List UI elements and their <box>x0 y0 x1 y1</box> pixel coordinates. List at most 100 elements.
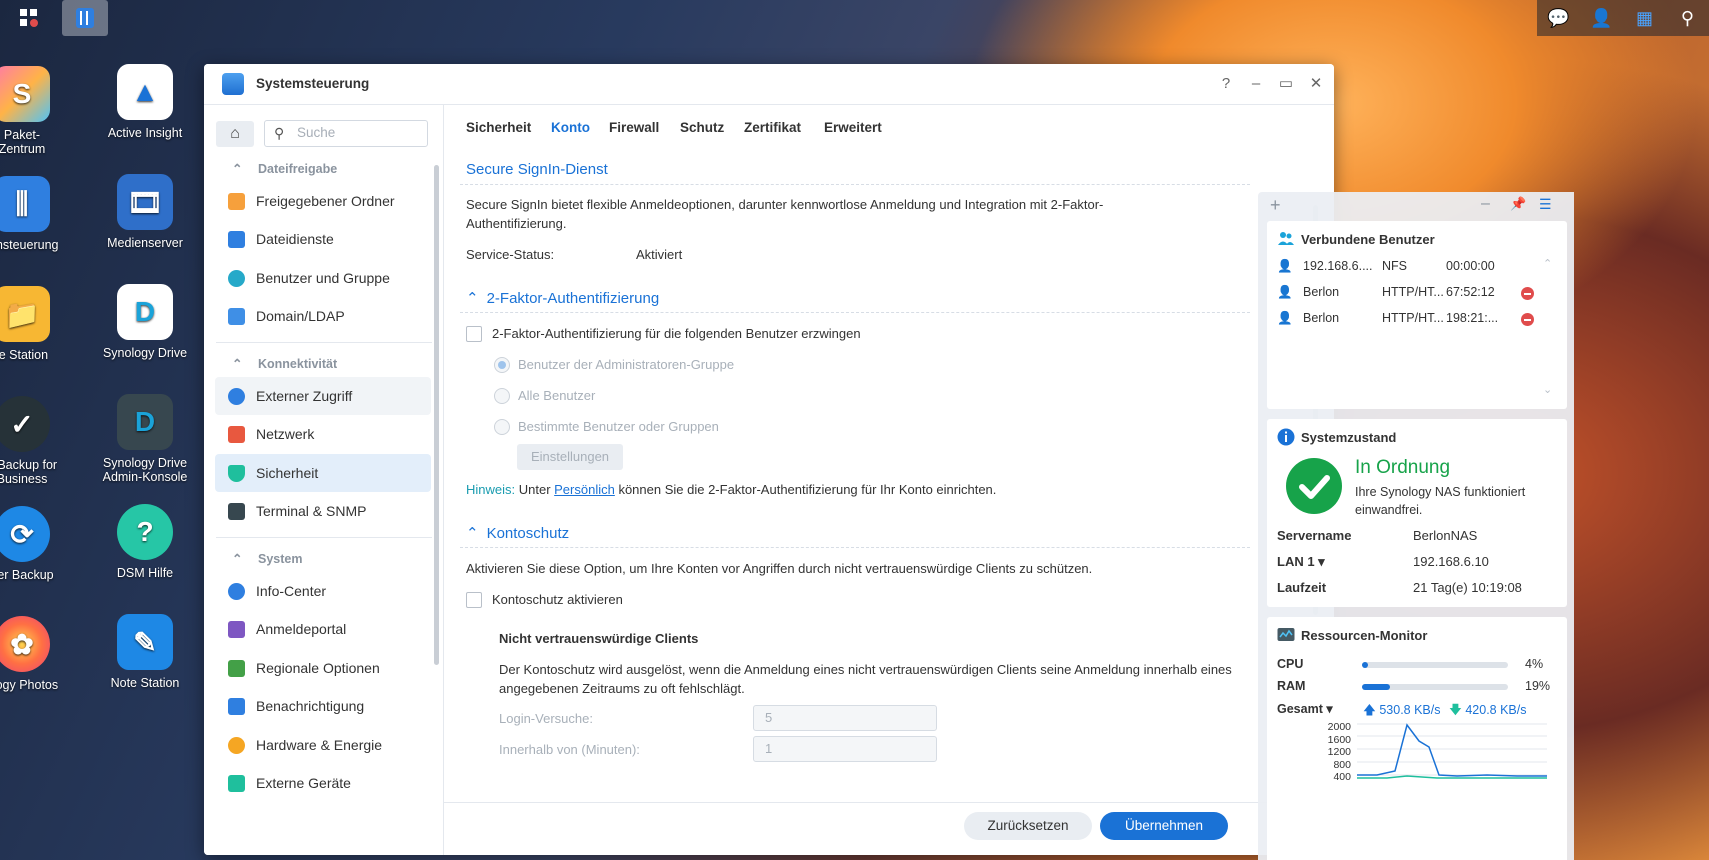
desktop-icon-note-station[interactable]: ✎ Note Station <box>85 614 205 690</box>
synology-drive-icon: D <box>117 284 173 340</box>
lan-label[interactable]: LAN 1 ▾ <box>1277 554 1325 570</box>
disconnect-icon[interactable] <box>1521 287 1534 300</box>
help-button[interactable]: ? <box>1214 72 1238 96</box>
disconnect-icon[interactable] <box>1521 313 1534 326</box>
maximize-button[interactable]: ▭ <box>1274 72 1298 96</box>
search-icon: ⚲ <box>274 125 285 141</box>
sidebar-item-shared-folder[interactable]: Freigegebener Ordner <box>215 182 431 220</box>
domain-icon <box>228 308 245 325</box>
sidebar-item-notifications[interactable]: Benachrichtigung <box>215 687 431 725</box>
section-konnektivitaet[interactable]: ⌃ Konnektivität <box>232 356 337 371</box>
user-icon[interactable]: 👤 <box>1588 8 1616 29</box>
radio-admin-group[interactable] <box>494 357 510 373</box>
close-button[interactable]: ✕ <box>1304 72 1328 96</box>
user-icon: 👤 <box>1277 311 1293 325</box>
sidebar-item-external-access[interactable]: Externer Zugriff <box>215 377 431 415</box>
sidebar-item-info-center[interactable]: Info-Center <box>215 572 431 610</box>
account-protection-checkbox[interactable] <box>466 592 482 608</box>
resource-monitor-title: Ressourcen-Monitor <box>1301 628 1428 643</box>
enforce-2fa-checkbox[interactable] <box>466 326 482 342</box>
signin-description: Secure SignIn bietet flexible Anmeldeopt… <box>466 197 1104 231</box>
sidebar-search[interactable]: ⚲ <box>264 120 428 147</box>
sidebar: ⌂ ⚲ ⌃Dateifreigabe Freigegebener Ordner … <box>204 105 444 855</box>
apply-button[interactable]: Übernehmen <box>1100 812 1228 840</box>
monitor-icon <box>1277 626 1295 644</box>
section-system[interactable]: ⌃ System <box>232 551 302 566</box>
desktop-icon-synology-drive[interactable]: D Synology Drive <box>85 284 205 360</box>
desktop-icon-dsm-help[interactable]: ? DSM Hilfe <box>85 504 205 580</box>
radio-specific-users[interactable] <box>494 419 510 435</box>
login-attempts-input[interactable]: 5 <box>753 705 937 731</box>
info-icon <box>228 583 245 600</box>
connected-users-card: Verbundene Benutzer 👤 192.168.6.... NFS … <box>1267 221 1567 409</box>
tab-konto[interactable]: Konto <box>551 120 590 135</box>
search-input[interactable] <box>295 124 423 141</box>
sidebar-item-domain-ldap[interactable]: Domain/LDAP <box>215 297 431 335</box>
desktop-icon-drive-admin[interactable]: D Synology Drive Admin-Konsole <box>85 394 205 484</box>
sidebar-item-hardware-power[interactable]: Hardware & Energie <box>215 726 431 764</box>
lan-ip-value: 192.168.6.10 <box>1413 554 1489 569</box>
main-menu-icon[interactable] <box>6 0 52 36</box>
radio-all-users[interactable] <box>494 388 510 404</box>
chevron-down-icon[interactable]: ⌄ <box>1543 383 1552 396</box>
chevron-up-icon: ⌃ <box>232 552 243 566</box>
desktop-icon-active-backup[interactable]: ✓ e Backup for Business <box>0 396 82 486</box>
sidebar-item-security[interactable]: Sicherheit <box>215 454 431 492</box>
connected-users-title: Verbundene Benutzer <box>1301 232 1435 247</box>
external-access-icon <box>228 388 245 405</box>
settings-button[interactable]: Einstellungen <box>517 444 623 470</box>
section-title-2fa[interactable]: ⌃ 2-Faktor-Authentifizierung <box>466 289 659 307</box>
home-button[interactable]: ⌂ <box>216 121 254 147</box>
desktop-icon-media-server[interactable]: 🎞 Medienserver <box>85 174 205 250</box>
tab-zertifikat[interactable]: Zertifikat <box>744 120 801 135</box>
section-title-account-protection[interactable]: ⌃ Kontoschutz <box>466 524 569 542</box>
desktop-icon-file-station[interactable]: 📁 le Station <box>0 286 82 362</box>
sidebar-item-users-groups[interactable]: Benutzer und Gruppe <box>215 259 431 297</box>
desktop-icon-active-insight[interactable]: ▲ Active Insight <box>85 64 205 140</box>
network-total-dropdown[interactable]: Gesamt ▾ <box>1277 701 1333 716</box>
arrow-down-icon: 🡇 <box>1449 703 1462 717</box>
sidebar-item-network[interactable]: Netzwerk <box>215 415 431 453</box>
within-minutes-input[interactable]: 1 <box>753 736 937 762</box>
sidebar-item-file-services[interactable]: Dateidienste <box>215 220 431 258</box>
search-icon[interactable]: ⚲ <box>1674 8 1702 29</box>
health-ok-icon <box>1286 458 1342 514</box>
user-icon: 👤 <box>1277 285 1293 299</box>
list-item: 👤 Berlon HTTP/HT... 67:52:12 <box>1277 285 1495 299</box>
hint-prefix: Hinweis: <box>466 482 516 497</box>
regional-icon <box>228 660 245 677</box>
chat-icon[interactable]: 💬 <box>1545 8 1573 29</box>
desktop-icon-label: Synology Drive <box>102 346 188 360</box>
sidebar-item-terminal-snmp[interactable]: Terminal & SNMP <box>215 492 431 530</box>
desktop-icon-control-panel[interactable]: ⫼ emsteuerung <box>0 176 82 252</box>
desktop-icon-synology-photos[interactable]: ✿ ology Photos <box>0 616 82 692</box>
tab-erweitert[interactable]: Erweitert <box>824 120 882 135</box>
sidebar-item-login-portal[interactable]: Anmeldeportal <box>215 610 431 648</box>
pin-icon[interactable]: 📌 <box>1510 196 1526 212</box>
sidebar-item-external-devices[interactable]: Externe Geräte <box>215 764 431 802</box>
enforce-2fa-label: 2-Faktor-Authentifizierung für die folge… <box>492 326 861 341</box>
tab-sicherheit[interactable]: Sicherheit <box>466 120 531 135</box>
tab-schutz[interactable]: Schutz <box>680 120 724 135</box>
personal-link[interactable]: Persönlich <box>554 482 615 497</box>
chevron-up-icon[interactable]: ⌃ <box>1543 257 1552 270</box>
minimize-button[interactable]: – <box>1244 72 1268 96</box>
sidebar-item-regional-options[interactable]: Regionale Optionen <box>215 649 431 687</box>
photos-icon: ✿ <box>0 616 50 672</box>
window-titlebar[interactable]: Systemsteuerung ? – ▭ ✕ <box>204 64 1334 105</box>
minimize-icon[interactable]: – <box>1481 195 1490 213</box>
widget-layout-icon[interactable]: ☰ <box>1539 196 1552 213</box>
section-divider <box>460 547 1250 548</box>
section-dateifreigabe[interactable]: ⌃ Dateifreigabe <box>232 161 337 176</box>
sidebar-divider <box>216 537 432 538</box>
add-widget-icon[interactable]: + <box>1270 195 1281 216</box>
sidebar-scrollbar[interactable] <box>434 165 439 665</box>
widgets-icon[interactable]: ▦ <box>1631 8 1659 29</box>
footer-bar: Zurücksetzen Übernehmen <box>444 802 1334 855</box>
cpu-bar-fill <box>1362 662 1368 668</box>
reset-button[interactable]: Zurücksetzen <box>964 812 1092 840</box>
control-panel-task-icon[interactable] <box>62 0 108 36</box>
desktop-icon-hyper-backup[interactable]: ⟳ per Backup <box>0 506 82 582</box>
tab-firewall[interactable]: Firewall <box>609 120 659 135</box>
desktop-icon-package-center[interactable]: S Paket- Zentrum <box>0 66 82 156</box>
